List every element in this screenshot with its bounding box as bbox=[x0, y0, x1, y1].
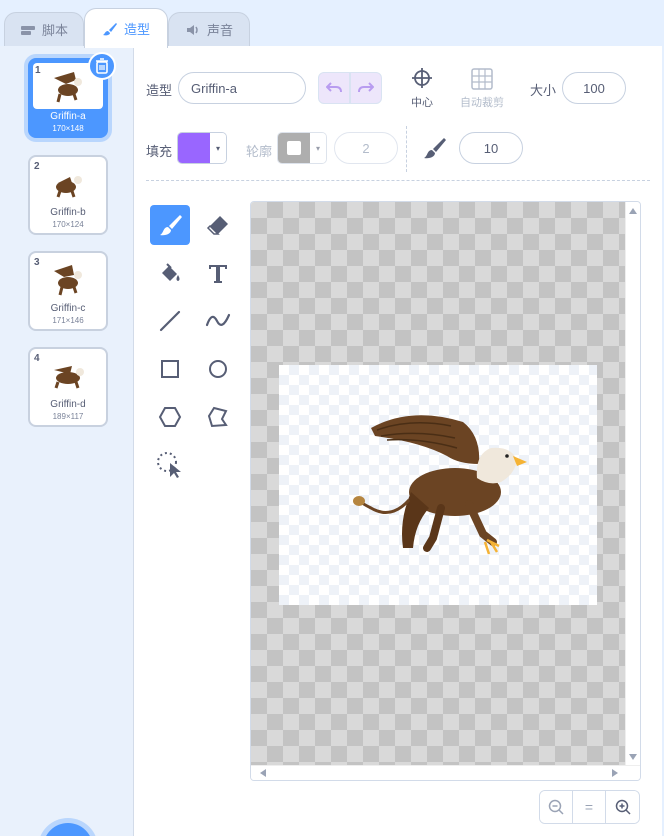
crosshair-icon bbox=[412, 68, 432, 88]
outline-width-input[interactable]: 2 bbox=[334, 132, 398, 164]
eraser-icon bbox=[206, 216, 228, 235]
brush-size-input[interactable]: 10 bbox=[459, 132, 523, 164]
center-label: 中心 bbox=[411, 97, 433, 109]
grid-crop-icon bbox=[471, 68, 493, 90]
polygon-tool[interactable] bbox=[150, 397, 190, 437]
text-tool[interactable] bbox=[198, 253, 238, 293]
brush-icon bbox=[102, 22, 117, 35]
curve-icon bbox=[205, 313, 231, 327]
tab-sounds[interactable]: 声音 bbox=[168, 12, 250, 46]
costume-name-label: 造型 bbox=[146, 83, 173, 98]
costume-size: 170×148 bbox=[52, 124, 84, 133]
line-tool[interactable] bbox=[150, 301, 190, 341]
brush-tool[interactable] bbox=[150, 205, 190, 245]
costume-thumbnail bbox=[34, 163, 102, 205]
costume-size: 189×117 bbox=[52, 412, 84, 421]
dropdown-arrow-icon: ▾ bbox=[310, 133, 326, 163]
zoom-out-icon bbox=[548, 799, 564, 815]
griffin-sprite bbox=[353, 415, 527, 555]
center-button[interactable] bbox=[412, 68, 432, 88]
paint-editor: 造型 Griffin-a 中心 自动裁剪 大小 100 填充 ▾ 轮廓 ▾ 2 … bbox=[134, 46, 662, 836]
reshape-icon bbox=[207, 406, 228, 428]
zoom-reset-label: = bbox=[584, 799, 594, 815]
costume-name-input[interactable]: Griffin-a bbox=[178, 72, 306, 104]
dropdown-arrow-icon: ▾ bbox=[210, 133, 226, 163]
outline-color-picker[interactable]: ▾ bbox=[277, 132, 327, 164]
hexagon-icon bbox=[158, 407, 182, 427]
brush-size-value: 10 bbox=[483, 140, 499, 156]
tab-code-label: 脚本 bbox=[41, 23, 68, 38]
costume-name: Griffin-b bbox=[50, 207, 86, 218]
speaker-icon bbox=[186, 24, 198, 35]
costume-name-value: Griffin-a bbox=[191, 80, 237, 96]
drawing-canvas[interactable] bbox=[250, 201, 641, 781]
select-tool[interactable] bbox=[150, 445, 190, 485]
brush-icon bbox=[160, 215, 182, 236]
curve-tool[interactable] bbox=[198, 301, 238, 341]
costume-item-griffin-d[interactable]: 4 Griffin-d 189×117 bbox=[28, 347, 108, 427]
circle-tool[interactable] bbox=[198, 349, 238, 389]
zoom-out-button[interactable] bbox=[540, 791, 573, 823]
auto-crop-button[interactable] bbox=[471, 68, 493, 90]
rectangle-tool[interactable] bbox=[150, 349, 190, 389]
circle-icon bbox=[209, 360, 227, 378]
tab-costumes-label: 造型 bbox=[123, 22, 150, 37]
costume-size: 171×146 bbox=[52, 316, 84, 325]
size-input[interactable]: 100 bbox=[562, 72, 626, 104]
size-label: 大小 bbox=[530, 83, 557, 98]
outline-swatch bbox=[278, 133, 310, 163]
undo-icon bbox=[326, 82, 342, 93]
fill-tool[interactable] bbox=[150, 253, 190, 293]
reshape-tool[interactable] bbox=[198, 397, 238, 437]
costume-item-griffin-b[interactable]: 2 Griffin-b 170×124 bbox=[28, 155, 108, 235]
costume-item-griffin-c[interactable]: 3 Griffin-c 171×146 bbox=[28, 251, 108, 331]
outline-width-value: 2 bbox=[362, 140, 370, 156]
rectangle-icon bbox=[161, 360, 179, 378]
code-icon bbox=[20, 25, 35, 35]
fill-color-picker[interactable]: ▾ bbox=[177, 132, 227, 164]
tab-bar: 脚本 造型 声音 bbox=[0, 0, 664, 48]
redo-button[interactable] bbox=[350, 72, 382, 104]
fill-swatch bbox=[178, 133, 210, 163]
delete-costume-button[interactable] bbox=[88, 52, 116, 80]
tab-code[interactable]: 脚本 bbox=[4, 12, 84, 46]
trash-icon bbox=[96, 58, 108, 74]
costume-list: 1 Griffin-a 170×148 2 Griffin-b 170×124 … bbox=[0, 46, 134, 836]
toolbar-divider bbox=[406, 126, 407, 172]
tab-costumes[interactable]: 造型 bbox=[84, 8, 168, 48]
undo-button[interactable] bbox=[318, 72, 350, 104]
costume-name: Griffin-a bbox=[50, 111, 86, 122]
auto-crop-label: 自动裁剪 bbox=[460, 97, 504, 109]
marquee-select-icon bbox=[157, 452, 181, 478]
fill-label: 填充 bbox=[146, 144, 173, 159]
zoom-reset-button[interactable]: = bbox=[573, 791, 606, 823]
paint-bucket-icon bbox=[162, 263, 180, 281]
zoom-in-button[interactable] bbox=[606, 791, 639, 823]
costume-thumbnail bbox=[34, 355, 102, 397]
horizontal-scrollbar[interactable] bbox=[251, 765, 640, 780]
scroll-left-arrow-icon[interactable] bbox=[260, 769, 266, 777]
tab-sounds-label: 声音 bbox=[206, 23, 233, 38]
costume-name: Griffin-c bbox=[50, 303, 86, 314]
scroll-up-arrow-icon[interactable] bbox=[629, 208, 637, 214]
costume-name: Griffin-d bbox=[50, 399, 86, 410]
brush-size-icon bbox=[422, 136, 446, 163]
line-icon bbox=[159, 310, 181, 332]
redo-icon bbox=[358, 82, 374, 93]
choose-costume-button[interactable] bbox=[43, 823, 93, 836]
text-icon bbox=[209, 265, 227, 283]
scroll-down-arrow-icon[interactable] bbox=[629, 754, 637, 760]
undo-redo-group bbox=[318, 72, 382, 104]
size-value: 100 bbox=[583, 80, 605, 96]
scroll-right-arrow-icon[interactable] bbox=[612, 769, 618, 777]
costume-size: 170×124 bbox=[52, 220, 84, 229]
zoom-in-icon bbox=[615, 799, 631, 815]
costume-thumbnail bbox=[34, 259, 102, 301]
toolbar-separator bbox=[146, 180, 650, 181]
costume-index: 1 bbox=[35, 65, 41, 76]
vertical-scrollbar[interactable] bbox=[625, 202, 640, 766]
eraser-tool[interactable] bbox=[198, 205, 238, 245]
outline-label: 轮廓 bbox=[246, 144, 273, 159]
zoom-controls: = bbox=[539, 790, 640, 824]
